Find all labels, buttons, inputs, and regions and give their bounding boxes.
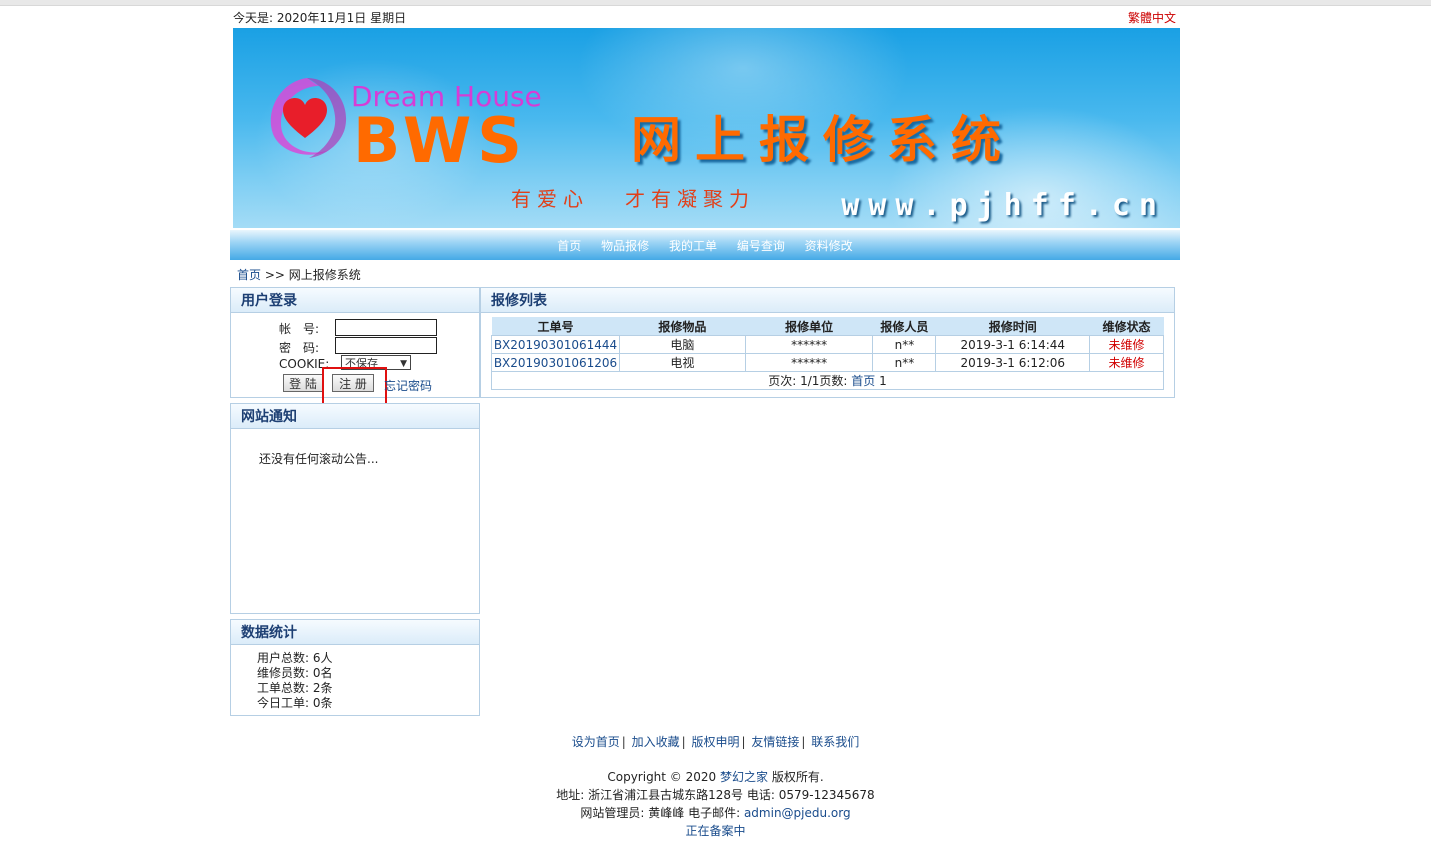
login-panel-title: 用户登录 [231, 288, 479, 313]
stat-orders-today: 今日工单: 0条 [257, 696, 333, 710]
password-label: 密 码: [279, 341, 320, 355]
heart-logo-icon [270, 78, 347, 158]
account-label: 帐 号: [279, 322, 320, 336]
cell-time: 2019-3-1 6:14:44 [935, 335, 1091, 354]
pager-text: 页次: 1/1页数: [768, 374, 848, 388]
login-button[interactable]: 登 陆 [283, 374, 323, 392]
col-unit: 报修单位 [745, 317, 873, 336]
password-input[interactable] [335, 337, 437, 354]
repair-table: 工单号 报修物品 报修单位 报修人员 报修时间 维修状态 BX201903010… [491, 317, 1164, 390]
stat-orders-total: 工单总数: 2条 [257, 681, 333, 695]
breadcrumb-current: 网上报修系统 [288, 268, 361, 282]
stats-panel: 数据统计 用户总数: 6人 维修员数: 0名 工单总数: 2条 今日工单: 0条 [230, 619, 480, 716]
cell-item: 电视 [618, 353, 746, 372]
footer-copyright[interactable]: 版权申明 [691, 735, 739, 749]
footer-copyright-line: Copyright © 2020 梦幻之家 版权所有. [0, 768, 1431, 785]
pager: 页次: 1/1页数: 首页 1 [491, 371, 1164, 390]
order-number-link[interactable]: BX20190301061206 [491, 353, 620, 372]
col-status: 维修状态 [1089, 317, 1164, 336]
admin-name: 黄峰峰 [648, 806, 685, 820]
pager-row: 页次: 1/1页数: 首页 1 [491, 371, 1164, 390]
nav-profile-edit[interactable]: 资料修改 [805, 230, 853, 262]
stats-panel-title: 数据统计 [231, 620, 479, 645]
cell-reporter: n** [872, 335, 937, 354]
repair-list-panel: 报修列表 工单号 报修物品 报修单位 报修人员 报修时间 维修状态 BX2019… [480, 287, 1175, 398]
stat-technicians: 维修员数: 0名 [257, 666, 333, 680]
admin-prefix: 网站管理员: [580, 806, 649, 820]
stat-users: 用户总数: 6人 [257, 651, 333, 665]
col-order-no: 工单号 [491, 317, 620, 336]
repair-list-title: 报修列表 [481, 288, 1174, 313]
table-row: BX20190301061206 电视 ****** n** 2019-3-1 … [491, 353, 1164, 372]
brand-abbr: BWS [353, 104, 528, 177]
cell-time: 2019-3-1 6:12:06 [935, 353, 1091, 372]
chevron-down-icon: ▼ [400, 359, 407, 369]
pager-page-number: 1 [879, 374, 887, 388]
nav-home[interactable]: 首页 [557, 230, 581, 262]
nav-item-repair[interactable]: 物品报修 [601, 230, 649, 262]
notice-panel-title: 网站通知 [231, 404, 479, 429]
nav-my-orders[interactable]: 我的工单 [669, 230, 717, 262]
site-banner: Dream House BWS 网上报修系统 有爱心 才有凝聚力 www.pjh… [233, 28, 1180, 228]
account-input[interactable] [335, 319, 437, 336]
breadcrumb-separator: >> [261, 268, 289, 282]
breadcrumb: 首页 >> 网上报修系统 [237, 266, 361, 283]
cell-reporter: n** [872, 353, 937, 372]
cell-status: 未维修 [1089, 335, 1164, 354]
col-reporter: 报修人员 [872, 317, 936, 336]
copyright-owner-link[interactable]: 梦幻之家 [720, 770, 768, 784]
admin-email-link[interactable]: admin@pjedu.org [744, 806, 851, 820]
system-title: 网上报修系统 [631, 110, 1015, 169]
pager-first-link[interactable]: 首页 [851, 374, 875, 388]
cell-unit: ****** [744, 353, 874, 372]
footer-add-favorite[interactable]: 加入收藏 [632, 735, 680, 749]
footer-set-homepage[interactable]: 设为首页 [572, 735, 620, 749]
footer-address: 地址: 浙江省浦江县古城东路128号 电话: 0579-12345678 [556, 788, 875, 802]
nav-number-query[interactable]: 编号查询 [737, 230, 785, 262]
footer-links: 设为首页 | 加入收藏 | 版权申明 | 友情链接 | 联系我们 [571, 735, 860, 749]
footer-contact[interactable]: 联系我们 [811, 735, 859, 749]
copyright-suffix: 版权所有. [768, 770, 824, 784]
col-item: 报修物品 [619, 317, 746, 336]
table-row: BX20190301061444 电脑 ****** n** 2019-3-1 … [491, 335, 1164, 354]
breadcrumb-home[interactable]: 首页 [237, 268, 261, 282]
notice-panel: 网站通知 还没有任何滚动公告... [230, 403, 480, 614]
footer-icp: 正在备案中 [0, 822, 1431, 839]
forgot-password-link[interactable]: 忘记密码 [384, 377, 432, 394]
cell-unit: ****** [744, 335, 874, 354]
current-date: 今天是: 2020年11月1日 星期日 [233, 11, 407, 25]
copyright-prefix: Copyright © 2020 [607, 770, 720, 784]
slogan-part1: 有爱心 [511, 187, 589, 211]
login-panel: 用户登录 帐 号: 密 码: COOKIE: 不保存 ▼ 登 陆 注 册 忘记密码 [230, 287, 480, 410]
traditional-chinese-link[interactable]: 繁體中文 [1128, 9, 1176, 26]
footer-admin-line: 网站管理员: 黄峰峰 电子邮件: admin@pjedu.org [0, 804, 1431, 821]
notice-text: 还没有任何滚动公告... [259, 452, 379, 466]
order-number-link[interactable]: BX20190301061444 [491, 335, 620, 354]
icp-link[interactable]: 正在备案中 [685, 824, 745, 838]
col-time: 报修时间 [935, 317, 1090, 336]
footer-friend-links[interactable]: 友情链接 [751, 735, 799, 749]
site-domain: www.pjhff.cn [841, 188, 1166, 223]
cell-item: 电脑 [618, 335, 746, 354]
cell-status: 未维修 [1089, 353, 1164, 372]
top-border [0, 0, 1431, 6]
stats-list: 用户总数: 6人 维修员数: 0名 工单总数: 2条 今日工单: 0条 [257, 651, 333, 711]
table-header-row: 工单号 报修物品 报修单位 报修人员 报修时间 维修状态 [491, 317, 1164, 336]
slogan-part2: 才有凝聚力 [625, 187, 755, 211]
main-nav: 首页 物品报修 我的工单 编号查询 资料修改 [230, 230, 1180, 260]
admin-mid: 电子邮件: [684, 806, 744, 820]
